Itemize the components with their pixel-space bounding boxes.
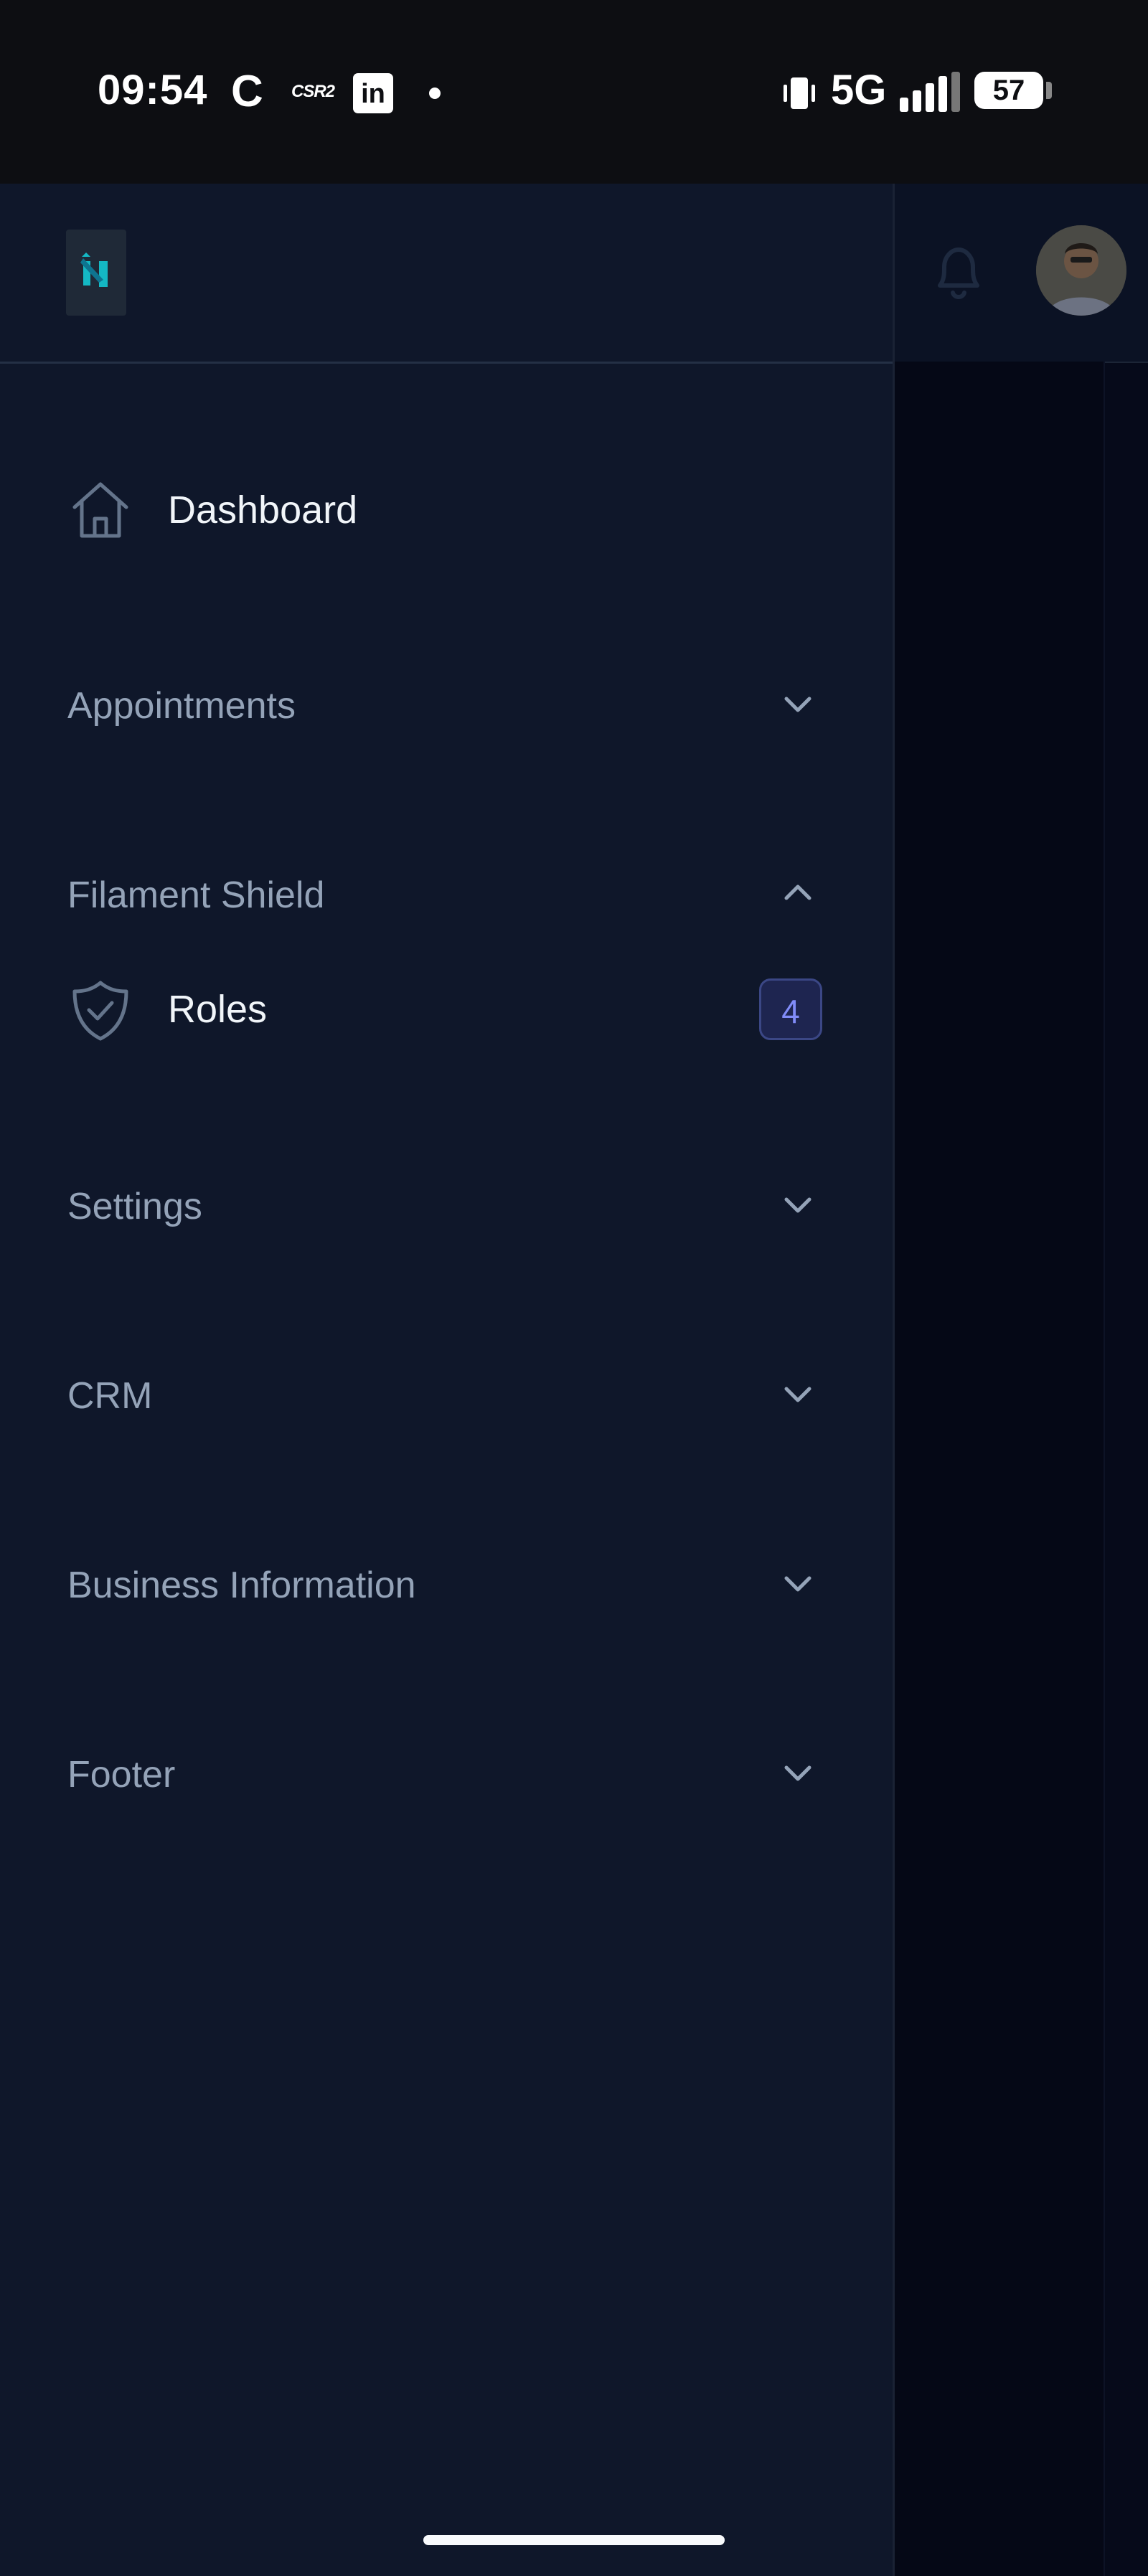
csr2-app-icon: CSR2: [291, 82, 335, 101]
nav-group-label: Appointments: [67, 685, 296, 727]
chevron-down-icon: [784, 1576, 811, 1592]
nav-group-label: Settings: [67, 1186, 202, 1227]
battery-tip: [1046, 82, 1052, 99]
sidebar-item-label: Dashboard: [168, 489, 358, 532]
home-indicator[interactable]: [423, 2535, 725, 2545]
bell-icon[interactable]: [930, 242, 987, 304]
nav-group-label: Filament Shield: [67, 874, 325, 916]
status-bar: 09:54 C CSR2 in 5G 57: [0, 0, 1148, 184]
background-content-panel: [894, 362, 1105, 2576]
shield-check-icon: [72, 981, 128, 1041]
avatar[interactable]: [1036, 225, 1126, 316]
status-time: 09:54: [98, 67, 208, 113]
nav-group-business-information[interactable]: Business Information: [0, 1548, 893, 1620]
sidebar-item-roles[interactable]: Roles 4: [0, 970, 893, 1049]
nav-group-label: Business Information: [67, 1565, 416, 1606]
battery-icon: 57: [974, 72, 1043, 109]
signal-icon: [900, 72, 960, 112]
chevron-down-icon: [784, 1387, 811, 1402]
nav-group-crm[interactable]: CRM: [0, 1359, 893, 1430]
network-type: 5G: [831, 67, 887, 113]
nav-group-footer[interactable]: Footer: [0, 1737, 893, 1809]
nav-group-filament-shield[interactable]: Filament Shield: [0, 858, 893, 930]
chevron-down-icon: [784, 697, 811, 712]
nav-group-label: CRM: [67, 1375, 153, 1417]
filament-logo-icon[interactable]: [66, 230, 126, 316]
count-badge: 4: [759, 978, 822, 1040]
home-icon: [72, 482, 128, 538]
chevron-down-icon: [784, 1765, 811, 1781]
sidebar-item-label: Roles: [168, 988, 268, 1031]
linkedin-icon: in: [353, 73, 393, 113]
sidebar-item-dashboard[interactable]: Dashboard: [0, 471, 893, 549]
drawer-header: [0, 184, 893, 364]
chevron-up-icon: [784, 884, 811, 900]
vibrate-icon: [784, 77, 815, 109]
nav-group-appointments[interactable]: Appointments: [0, 669, 893, 740]
carrier-icon: C: [231, 67, 263, 116]
sidebar-drawer: Dashboard Appointments Filament Shield R…: [0, 184, 895, 2576]
nav-group-label: Footer: [67, 1754, 176, 1796]
chevron-down-icon: [784, 1197, 811, 1213]
notification-dot-icon: [429, 88, 441, 99]
nav-group-settings[interactable]: Settings: [0, 1169, 893, 1241]
